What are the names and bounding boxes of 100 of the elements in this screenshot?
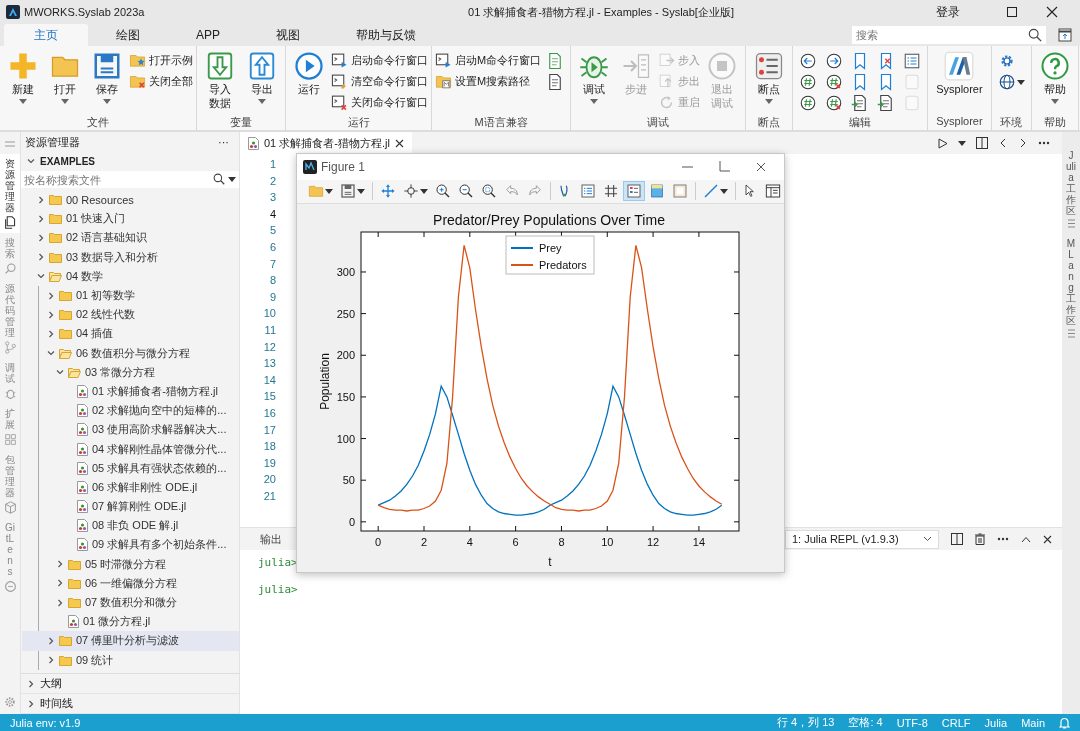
ribbon-button[interactable]: 调试	[574, 49, 615, 115]
ribbon-button[interactable]: 导入数据	[200, 49, 240, 115]
ribbon-button[interactable]: 关闭命令行窗口	[331, 93, 428, 112]
more-icon[interactable]	[1038, 141, 1050, 145]
icon-button[interactable]	[825, 51, 844, 71]
bell-icon[interactable]	[1059, 716, 1070, 729]
tree-item[interactable]: 05 时滞微分方程	[22, 554, 239, 574]
icon-button[interactable]	[799, 93, 818, 113]
tree-item[interactable]: 07 解算刚性 ODE.jl	[22, 497, 239, 517]
julia-file-icon	[77, 480, 88, 494]
ribbon-tab[interactable]: 帮助与反馈	[328, 24, 444, 46]
section-header[interactable]: EXAMPLES	[21, 152, 239, 170]
ribbon-button[interactable]: 打开示例	[129, 51, 193, 70]
ribbon-button[interactable]: 断点	[749, 49, 790, 115]
tree-item[interactable]: 07 数值积分和微分	[22, 592, 239, 613]
tick-label: 100	[336, 432, 355, 445]
ribbon-button[interactable]: 新建	[3, 49, 43, 115]
ribbon-button[interactable]: 导出	[242, 49, 282, 115]
tree-item[interactable]: 03 常微分方程	[22, 362, 239, 382]
tree-item[interactable]: 06 求解非刚性 ODE.jl	[22, 477, 239, 497]
ribbon-button[interactable]: 启动M命令行窗口	[435, 51, 542, 70]
tree-item[interactable]: 09 求解具有多个初始条件...	[22, 535, 239, 555]
ribbon-tab[interactable]: 主页	[4, 24, 88, 46]
ribbon-tab[interactable]: APP	[168, 24, 248, 46]
settings-icon[interactable]	[4, 696, 16, 708]
side-panel-tab[interactable]: MLang 工作区	[1066, 238, 1076, 338]
folder-icon	[308, 183, 324, 200]
tick-label: 2	[420, 536, 428, 548]
trash-icon[interactable]	[975, 533, 985, 545]
panel-tab[interactable]: 输出	[252, 531, 290, 547]
activity-tab[interactable]: 调试	[0, 358, 20, 404]
ribbon-button[interactable]: 运行	[289, 49, 329, 115]
close-icon[interactable]	[1046, 6, 1058, 18]
ribbon-tab[interactable]: 绘图	[88, 24, 168, 46]
file-search-field[interactable]: 按名称搜索文件	[21, 171, 239, 188]
tree-item[interactable]: 07 傅里叶分析与滤波	[22, 631, 239, 651]
ribbon-button[interactable]: 帮助	[1034, 49, 1075, 115]
ribbon-button[interactable]: 清空命令行窗口	[331, 72, 428, 91]
icon-button[interactable]	[825, 93, 844, 113]
icon-button[interactable]	[799, 51, 818, 71]
tree-item[interactable]: 01 快速入门	[21, 209, 239, 229]
tree-item[interactable]: 06 数值积分与微分方程	[22, 343, 239, 363]
tree-item[interactable]: 01 初等数学	[22, 285, 239, 306]
icon-button[interactable]	[799, 72, 818, 92]
chevron-left-icon[interactable]	[998, 138, 1008, 148]
tree-item[interactable]: 09 统计	[22, 650, 239, 670]
tree-item[interactable]: 02 求解抛向空中的短棒的...	[22, 401, 239, 421]
ribbon-tab[interactable]: 视图	[248, 24, 328, 46]
line-number: 11	[263, 322, 276, 338]
ribbon-button[interactable]: 设置M搜索路径	[435, 72, 542, 91]
line-number: 4	[268, 206, 276, 222]
tree-item[interactable]: 04 求解刚性晶体管微分代...	[22, 439, 239, 459]
tick-label: 10	[601, 536, 614, 548]
ribbon-button[interactable]: 启动命令行窗口	[331, 51, 428, 70]
tree-item[interactable]: 03 数据导入和分析	[21, 247, 239, 267]
julia-file-icon	[77, 500, 88, 514]
ribbon-button[interactable]: Sysplorer	[931, 49, 988, 115]
tree-item[interactable]: 00 Resources	[21, 190, 239, 210]
more-button[interactable]: ···	[218, 136, 229, 148]
close-icon[interactable]	[394, 138, 404, 148]
tree-item[interactable]: 06 一维偏微分方程	[22, 573, 239, 593]
caret-icon	[719, 188, 728, 194]
search-field[interactable]: 搜索	[852, 26, 1046, 44]
split-editor-icon[interactable]	[976, 137, 988, 149]
login-button[interactable]: 登录	[936, 3, 960, 21]
tree-item[interactable]: 04 插值	[22, 324, 239, 344]
tree-item[interactable]: 02 线性代数	[22, 305, 239, 325]
line-number: 18	[262, 439, 276, 455]
ribbon-button[interactable]: 保存	[87, 49, 127, 115]
list-icon	[580, 183, 596, 200]
chevron-up-icon[interactable]	[1021, 535, 1031, 543]
terminal-dropdown[interactable]: 1: Julia REPL (v1.9.3)	[785, 529, 939, 549]
close-icon[interactable]	[1043, 534, 1052, 544]
maximize-icon[interactable]	[1006, 6, 1018, 18]
run-icon[interactable]	[937, 137, 948, 149]
split-terminal-icon[interactable]	[951, 533, 963, 545]
chevron-down-icon	[923, 536, 932, 542]
tree-item[interactable]: 01 求解捕食者-猎物方程.jl	[22, 381, 239, 402]
side-panel-tab[interactable]: Julia 工作区	[1066, 150, 1076, 228]
tree-item[interactable]: 05 求解具有强状态依赖的...	[22, 458, 239, 478]
line-number: 19	[262, 455, 276, 471]
ribbon-button[interactable]: 关闭全部	[129, 72, 193, 91]
line-number: 13	[262, 356, 276, 372]
tree-item[interactable]: 02 语言基础知识	[21, 228, 239, 248]
close-icon[interactable]	[756, 161, 766, 172]
box-icon	[3, 501, 17, 514]
ribbon-button[interactable]: 打开	[45, 49, 85, 115]
tree-item[interactable]: 03 使用高阶求解器解决大...	[22, 420, 239, 440]
editor-tab[interactable]: 01 求解捕食者-猎物方程.jl	[240, 132, 412, 154]
folder-icon	[49, 232, 62, 244]
icon-button[interactable]	[997, 72, 1025, 92]
tree-item[interactable]: 08 非负 ODE 解.jl	[22, 516, 239, 536]
tree-item[interactable]: 04 数学	[21, 266, 239, 286]
group-label: 文件	[86, 115, 110, 130]
more-icon[interactable]	[997, 537, 1009, 541]
chevron-right-icon[interactable]	[1018, 138, 1028, 148]
tree-item[interactable]: 01 微分方程.jl	[22, 612, 239, 632]
activity-tab[interactable]: 资源管理器	[0, 154, 20, 233]
icon-button[interactable]	[825, 72, 844, 92]
section-header[interactable]: 大纲	[21, 674, 239, 694]
